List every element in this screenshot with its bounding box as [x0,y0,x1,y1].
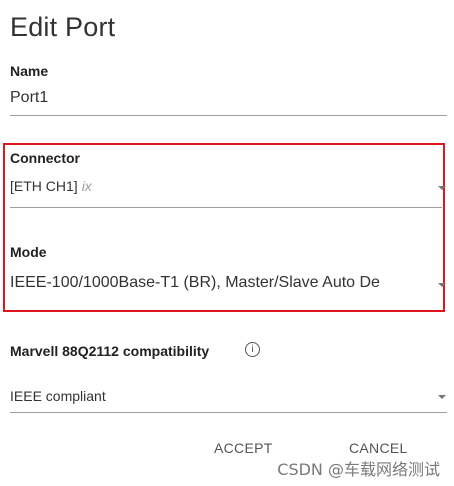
name-input-underline [10,115,447,116]
compat-label: Marvell 88Q2112 compatibility [10,343,210,359]
connector-label: Connector [10,150,80,166]
chevron-down-icon[interactable] [438,395,446,399]
connector-select[interactable]: [ETH CH1] ix [10,178,92,194]
cancel-button[interactable]: CANCEL [349,440,408,456]
accept-button[interactable]: ACCEPT [214,440,273,456]
connector-select-value: [ETH CH1] [10,178,78,194]
chevron-down-icon[interactable] [438,283,446,287]
dialog-title: Edit Port [10,12,116,42]
name-input[interactable]: Port1 [10,89,48,107]
watermark: CSDN @车载网络测试 [277,460,440,479]
info-icon[interactable]: i [245,342,260,357]
name-label: Name [10,63,49,79]
mode-label: Mode [10,244,47,260]
chevron-down-icon[interactable] [438,186,446,190]
compat-select[interactable]: IEEE compliant [10,388,106,404]
compat-select-underline [10,412,447,413]
connector-select-underline [10,207,442,208]
mode-select[interactable]: IEEE-100/1000Base-T1 (BR), Master/Slave … [10,274,380,292]
edit-port-dialog: Edit Port Name Port1 Connector [ETH CH1]… [0,0,454,486]
connector-select-suffix: ix [81,178,92,194]
